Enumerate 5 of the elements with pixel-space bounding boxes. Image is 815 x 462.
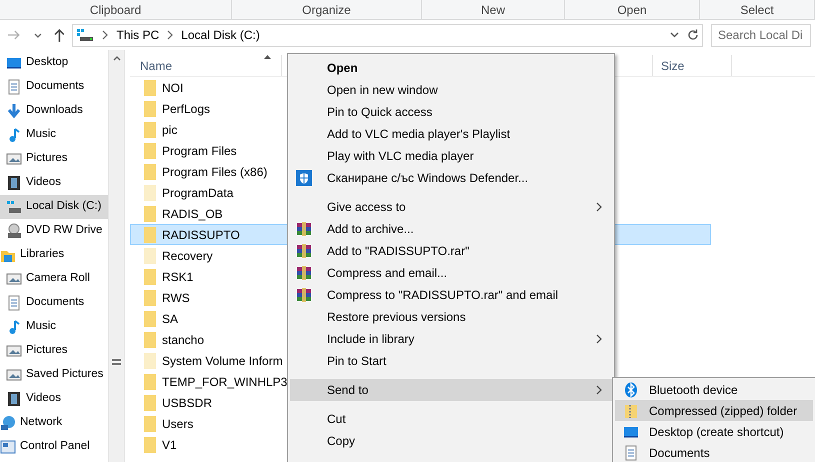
ribbon-group-label: New (422, 0, 565, 19)
ribbon-group-label: Organize (232, 0, 422, 19)
ribbon-group-label: Select (700, 0, 815, 19)
ribbon-group-label: Clipboard (0, 0, 232, 19)
ribbon-group-label: Open (565, 0, 700, 19)
